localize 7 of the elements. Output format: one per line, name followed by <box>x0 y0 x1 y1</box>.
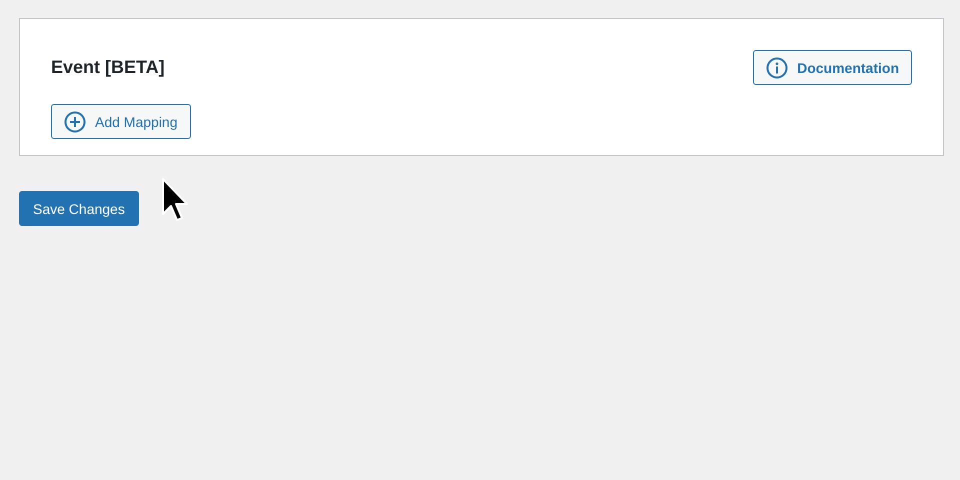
plus-circle-icon <box>64 110 86 132</box>
section-title: Event [BETA] <box>51 57 165 78</box>
add-mapping-button[interactable]: Add Mapping <box>51 104 191 139</box>
info-icon <box>766 56 788 78</box>
mouse-pointer-icon <box>162 178 190 224</box>
documentation-button[interactable]: Documentation <box>753 50 912 85</box>
save-button[interactable]: Save Changes <box>19 191 139 226</box>
